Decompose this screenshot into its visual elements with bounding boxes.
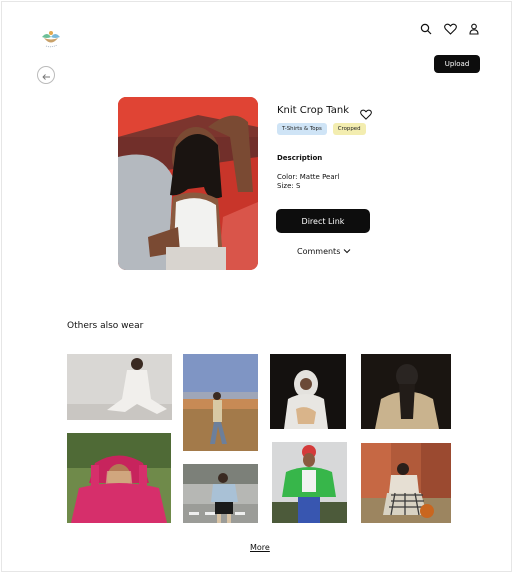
upload-button[interactable]: Upload <box>434 55 480 73</box>
user-icon[interactable] <box>467 22 481 36</box>
description-color: Color: Matte Pearl <box>277 173 340 181</box>
plaid-pants-photo[interactable] <box>361 443 451 523</box>
street-denim-photo[interactable] <box>183 464 258 523</box>
beige-coat-night-photo[interactable] <box>361 354 451 429</box>
tag-list: T-Shirts & Tops Cropped <box>277 123 366 135</box>
direct-link-button[interactable]: Direct Link <box>276 209 370 233</box>
field-sunset-photo[interactable] <box>183 354 258 451</box>
product-photo <box>118 97 258 270</box>
header-icons <box>419 22 481 36</box>
plant-logo-icon[interactable] <box>38 27 66 53</box>
page: Upload Knit Crop Tank T-Shirts & Tops Cr… <box>1 1 512 572</box>
description-size: Size: S <box>277 182 301 190</box>
green-puffer-photo[interactable] <box>272 442 347 523</box>
arrow-left-icon <box>41 66 51 85</box>
description-heading: Description <box>277 154 323 162</box>
product-title: Knit Crop Tank <box>277 105 350 116</box>
back-button[interactable] <box>37 66 55 84</box>
search-icon[interactable] <box>419 22 433 36</box>
white-knit-outfit-photo[interactable] <box>67 354 172 420</box>
tag-cropped[interactable]: Cropped <box>332 123 366 135</box>
comments-toggle[interactable]: Comments <box>297 247 351 256</box>
tag-tshirts-tops[interactable]: T-Shirts & Tops <box>277 123 327 135</box>
heart-icon[interactable] <box>443 22 457 36</box>
favorite-heart-icon[interactable] <box>360 105 372 120</box>
pink-puffer-photo[interactable] <box>67 433 171 523</box>
more-link[interactable]: More <box>250 543 270 552</box>
chevron-down-icon <box>343 247 351 256</box>
white-puffer-night-photo[interactable] <box>270 354 346 429</box>
comments-label: Comments <box>297 247 341 256</box>
others-heading: Others also wear <box>67 321 144 331</box>
